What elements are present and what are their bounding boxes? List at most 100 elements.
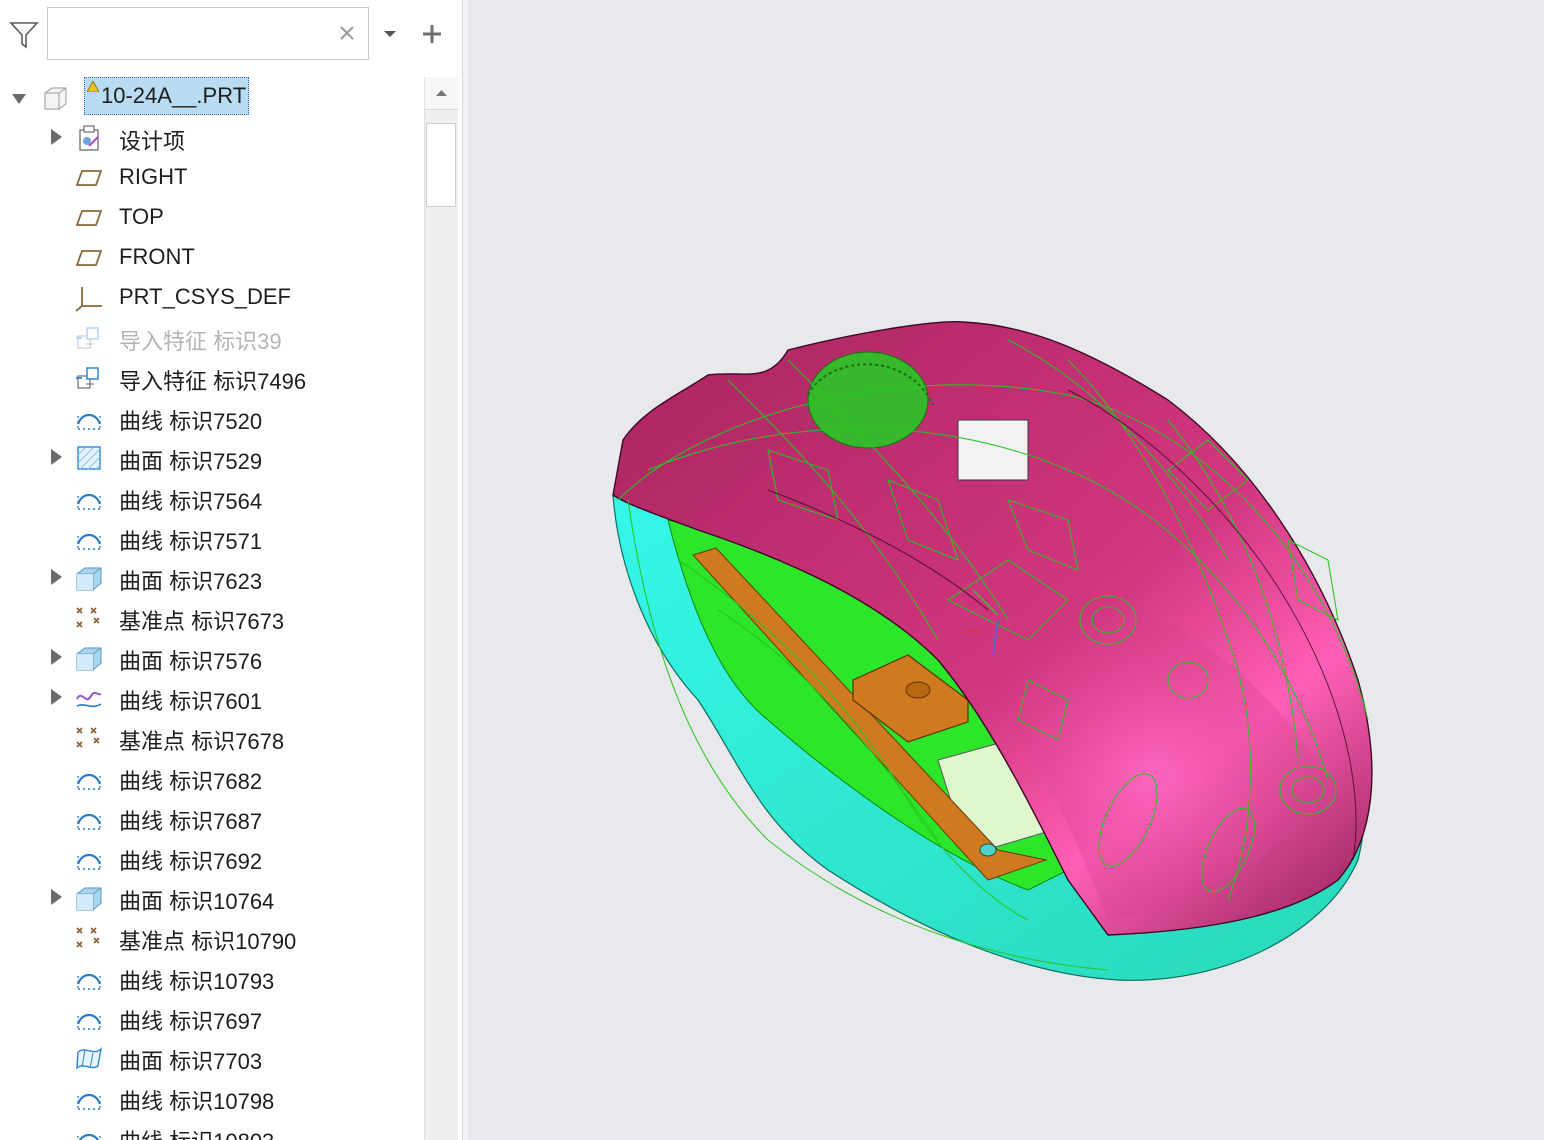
tree-item[interactable]: 曲线 标识7564 [0,477,420,517]
datum-point-icon [74,604,104,632]
tree-item-label: 曲线 标识7571 [119,529,263,554]
tree-item[interactable]: 导入特征 标识39 [0,317,420,357]
tree-item-label: PRT_CSYS_DEF [119,284,291,309]
surface-warp-icon [74,1044,104,1072]
caret-right-icon[interactable] [49,129,63,145]
search-field[interactable] [47,7,369,60]
tree-item[interactable]: TOP [0,197,420,237]
import-feature-icon [74,364,104,392]
curve-icon [74,1084,104,1112]
tree-item[interactable]: 曲线 标识7520 [0,397,420,437]
tree-item[interactable]: 基准点 标识7673 [0,597,420,637]
tree-root-label: 10-24A__.PRT [101,83,247,108]
tree-item[interactable]: 曲线 标识7687 [0,797,420,837]
search-input[interactable] [56,8,330,58]
warning-icon [87,81,99,92]
tree-item-label: 曲线 标识7564 [119,489,263,514]
tree-item[interactable]: 曲线 标识7601 [0,677,420,717]
tree-item-label: 曲线 标识7687 [119,809,263,834]
tree-item-label: TOP [119,204,164,229]
tree-item[interactable]: 曲面 标识7623 [0,557,420,597]
tree-item-label: 曲面 标识7576 [119,649,263,674]
datum-plane-icon [74,244,104,272]
model-tree-panel: 10-24A__.PRT 设计项 RIGHT TOP FRONT PRT_CSYS_DEF… [0,0,462,1140]
surface-flat-icon [74,444,104,472]
caret-right-icon[interactable] [49,649,63,665]
tree-item[interactable]: 曲线 标识7571 [0,517,420,557]
tree-item[interactable]: 导入特征 标识7496 [0,357,420,397]
curve-icon [74,844,104,872]
tree-item[interactable]: 曲面 标识10764 [0,877,420,917]
tree-item-label: 曲面 标识10764 [119,889,275,914]
scroll-thumb[interactable] [426,123,456,207]
tree-root-row[interactable]: 10-24A__.PRT [0,77,420,117]
tree-item-label: FRONT [119,244,195,269]
curve-icon [74,1124,104,1140]
curve-icon [74,1004,104,1032]
curve-icon [74,404,104,432]
tree-item[interactable]: 曲线 标识10803 [0,1117,420,1140]
tree-item-label: 曲线 标识7682 [119,769,263,794]
curve-icon [74,804,104,832]
datum-plane-icon [74,204,104,232]
tree-item-label: 曲线 标识10793 [119,969,275,994]
tree-item[interactable]: 曲面 标识7703 [0,1037,420,1077]
datum-point-icon [74,724,104,752]
part-icon [40,83,70,111]
tree-item-label: 曲面 标识7703 [119,1049,263,1074]
tree-item[interactable]: 曲线 标识10793 [0,957,420,997]
tree-item-label: 设计项 [119,129,186,154]
mouse-model-3d[interactable] [468,0,1544,1140]
tree-item-label: 曲线 标识10803 [119,1124,274,1140]
caret-right-icon[interactable] [49,449,63,465]
tree-root-selected[interactable]: 10-24A__.PRT [84,77,250,115]
caret-down-icon[interactable] [12,91,26,107]
surface-solid-icon [74,884,104,912]
surface-solid-icon [74,644,104,672]
caret-up-icon [436,90,447,96]
caret-down-icon[interactable] [380,26,400,42]
tree-item[interactable]: 曲面 标识7576 [0,637,420,677]
curve-icon [74,484,104,512]
caret-right-icon[interactable] [49,689,63,705]
datum-point-icon [74,924,104,952]
scroll-up-button[interactable] [425,77,458,110]
tree-item-label: 曲线 标识7520 [119,409,263,434]
graphics-viewport[interactable] [468,0,1544,1140]
caret-right-icon[interactable] [49,569,63,585]
design-items-icon [74,124,104,152]
tree-item-label: 基准点 标识7678 [119,729,285,754]
curve-icon [74,524,104,552]
tree-item-label: RIGHT [119,164,188,189]
tree-item[interactable]: 曲线 标识7682 [0,757,420,797]
tree-item[interactable]: 曲线 标识7692 [0,837,420,877]
filter-icon[interactable] [9,20,39,50]
import-feature-icon [74,324,104,352]
tree-item[interactable]: PRT_CSYS_DEF [0,277,420,317]
curve-wave-icon [74,684,104,712]
tree-item[interactable]: FRONT [0,237,420,277]
tree-item[interactable]: 曲线 标识7697 [0,997,420,1037]
datum-plane-icon [74,164,104,192]
tree-item-label: 基准点 标识7673 [119,609,285,634]
tree-item-label: 基准点 标识10790 [119,929,297,954]
tree-item-label: 导入特征 标识7496 [119,369,307,394]
tree-item-label: 曲线 标识10798 [119,1089,275,1114]
tree-item-label: 曲面 标识7623 [119,569,263,594]
tree-item[interactable]: RIGHT [0,157,420,197]
tree-item[interactable]: 曲线 标识10798 [0,1077,420,1117]
curve-icon [74,964,104,992]
curve-icon [74,764,104,792]
tree-item-label: 曲线 标识7601 [119,689,263,714]
vertical-scrollbar[interactable] [424,77,458,1140]
tree-item[interactable]: 曲面 标识7529 [0,437,420,477]
tree-item-label: 导入特征 标识39 [119,329,282,354]
tree-item-label: 曲面 标识7529 [119,449,263,474]
plus-icon[interactable] [420,22,444,46]
tree-item-label: 曲线 标识7697 [119,1009,263,1034]
caret-right-icon[interactable] [49,889,63,905]
tree-item[interactable]: 基准点 标识10790 [0,917,420,957]
tree-item[interactable]: 基准点 标识7678 [0,717,420,757]
close-icon[interactable] [336,22,358,44]
tree-item[interactable]: 设计项 [0,117,420,157]
